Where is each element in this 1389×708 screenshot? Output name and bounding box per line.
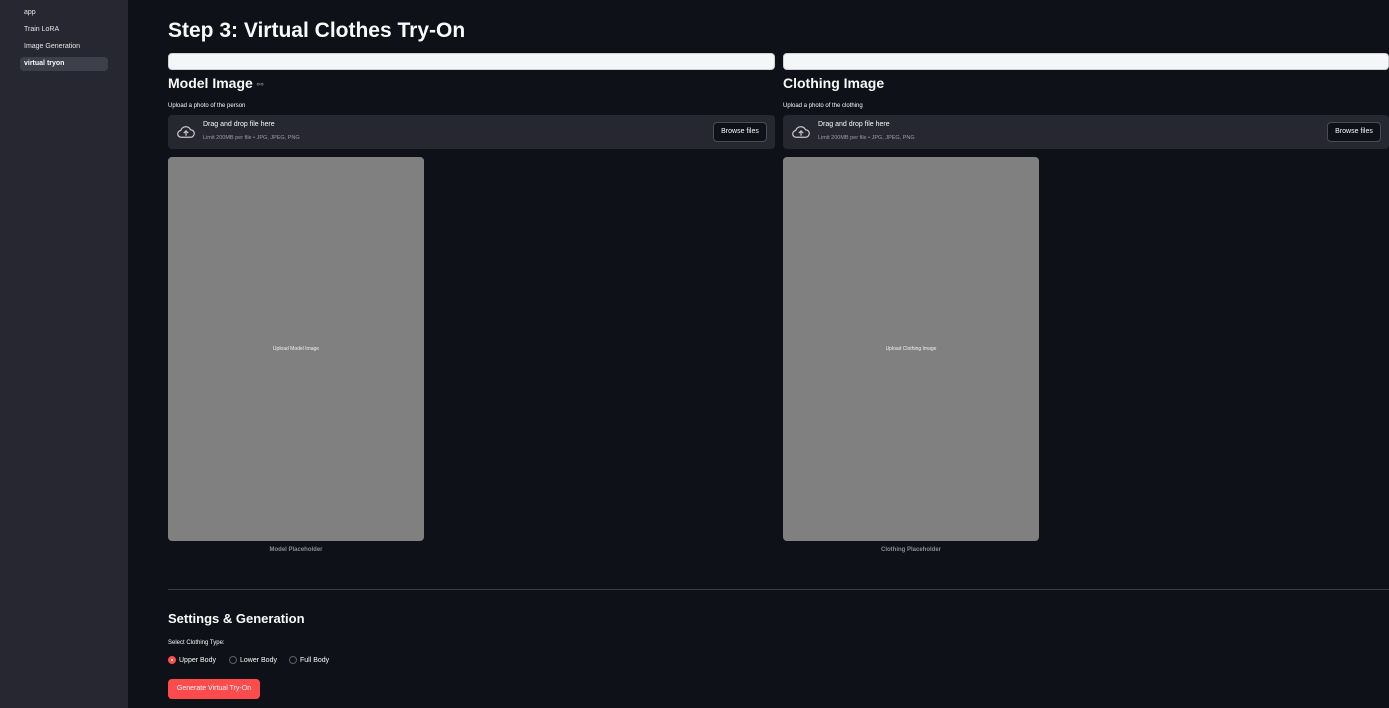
model-image-title-text: Model Image: [168, 75, 253, 91]
radio-unselected-icon: [229, 656, 237, 664]
model-dropzone[interactable]: Drag and drop file here Limit 200MB per …: [168, 115, 775, 149]
model-placeholder-image: Upload Model Image: [168, 157, 424, 541]
cloud-upload-icon: [177, 126, 195, 138]
main-content: Step 3: Virtual Clothes Try-On Model Ima…: [128, 0, 1389, 708]
model-upload-label: Upload a photo of the person: [168, 103, 246, 109]
clothing-placeholder-caption: Clothing Placeholder: [880, 547, 941, 553]
clothing-type-label: Select Clothing Type:: [168, 640, 225, 646]
clothing-image-title: Clothing Image: [783, 75, 885, 91]
cloud-upload-icon: [792, 126, 810, 138]
clothing-upload-label: Upload a photo of the clothing: [783, 103, 863, 109]
model-limit-text: Limit 200MB per file • JPG, JPEG, PNG: [203, 135, 300, 141]
link-icon[interactable]: ⚯: [257, 80, 264, 89]
radio-unselected-icon: [289, 656, 297, 664]
clothing-placeholder-image: Upload Clothing Image: [783, 157, 1039, 541]
clothing-limit-text: Limit 200MB per file • JPG, JPEG, PNG: [818, 135, 915, 141]
radio-upper-body[interactable]: Upper Body: [168, 656, 216, 664]
radio-lower-body-label: Lower Body: [240, 656, 277, 664]
model-image-title: Model Image ⚯: [168, 75, 264, 91]
radio-selected-icon: [168, 656, 176, 664]
model-drop-text: Drag and drop file here: [203, 121, 275, 128]
section-divider: [168, 589, 1389, 590]
sidebar-item-virtual-tryon[interactable]: virtual tryon: [20, 57, 108, 71]
model-browse-button[interactable]: Browse files: [713, 122, 767, 142]
radio-lower-body[interactable]: Lower Body: [229, 656, 277, 664]
model-placeholder-caption: Model Placeholder: [269, 547, 323, 553]
settings-title: Settings & Generation: [168, 611, 305, 626]
sidebar: app Train LoRA Image Generation virtual …: [0, 0, 128, 708]
clothing-drop-text: Drag and drop file here: [818, 121, 890, 128]
generate-tryon-button[interactable]: Generate Virtual Try-On: [168, 679, 260, 699]
page-title: Step 3: Virtual Clothes Try-On: [168, 19, 466, 42]
clothing-dropzone[interactable]: Drag and drop file here Limit 200MB per …: [783, 115, 1389, 149]
radio-upper-body-label: Upper Body: [179, 656, 216, 664]
model-top-bar: [168, 53, 775, 70]
sidebar-item-train-lora[interactable]: Train LoRA: [20, 23, 108, 37]
radio-full-body-label: Full Body: [300, 656, 330, 664]
sidebar-item-app[interactable]: app: [20, 6, 108, 20]
radio-full-body[interactable]: Full Body: [289, 656, 329, 664]
sidebar-item-image-generation[interactable]: Image Generation: [20, 40, 108, 54]
model-placeholder-text: Upload Model Image: [272, 346, 320, 352]
clothing-placeholder-text: Upload Clothing Image: [885, 346, 937, 352]
clothing-browse-button[interactable]: Browse files: [1327, 122, 1381, 142]
clothing-top-bar: [783, 53, 1389, 70]
